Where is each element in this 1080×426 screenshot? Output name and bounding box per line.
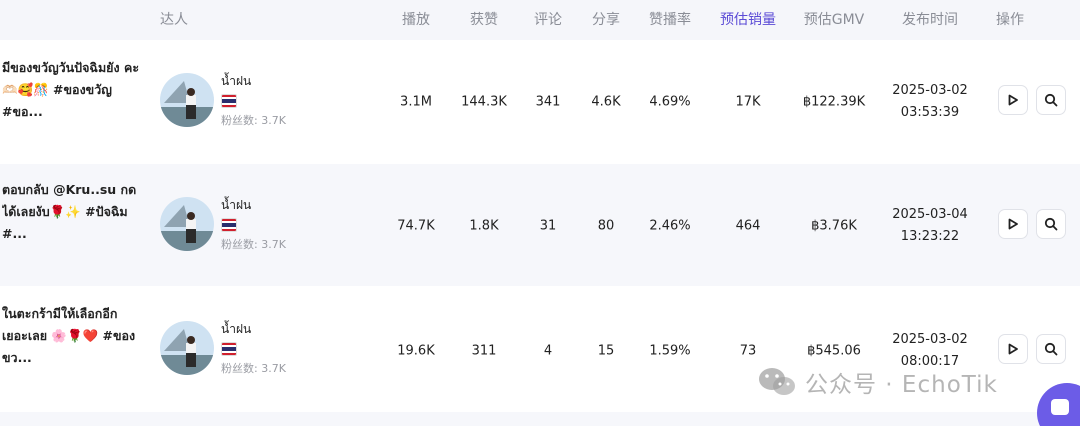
play-icon	[1008, 94, 1018, 106]
likes-value: 144.3K	[461, 94, 507, 110]
column-header-est-gmv[interactable]: 预估GMV	[804, 0, 865, 40]
thailand-flag-icon	[221, 218, 237, 232]
est-gmv-value: ฿545.06	[807, 343, 861, 359]
avatar[interactable]	[160, 197, 214, 251]
comments-value: 341	[535, 94, 561, 110]
likes-value: 1.8K	[469, 218, 499, 234]
likes-value: 311	[471, 343, 497, 359]
creator-info: น้ำฝน 粉丝数: 3.7K	[221, 73, 286, 128]
watermark-text: 公众号 · EchoTik	[805, 372, 998, 398]
est-gmv-value: ฿3.76K	[811, 218, 857, 234]
column-header-like-rate[interactable]: 赞播率	[649, 0, 691, 40]
video-title[interactable]: ในตะกร้ามีให้เลือกอีก เยอะเลย 🌸🌹❤️ #ของข…	[2, 303, 142, 369]
publish-time-value: 2025-03-04 13:23:22	[892, 207, 968, 244]
column-header-likes[interactable]: 获赞	[470, 0, 498, 40]
like-rate-value: 2.46%	[649, 218, 691, 234]
search-analysis-button[interactable]	[1036, 334, 1066, 364]
comments-value: 31	[539, 218, 557, 234]
search-icon	[1044, 342, 1058, 356]
video-title[interactable]: มีของขวัญวันปัจฉิมยัง คะ🫶🏻🥰🎊 #ของขวัญ #ข…	[2, 57, 142, 123]
table-row-partial	[0, 412, 1080, 426]
search-analysis-button[interactable]	[1036, 85, 1066, 115]
plays-value: 74.7K	[397, 218, 435, 234]
fan-count: 粉丝数: 3.7K	[221, 114, 286, 127]
table-header: 达人 播放 获赞 评论 分享 赞播率 预估销量 预估GMV 发布时间 操作	[0, 0, 1080, 40]
table-row[interactable]: มีของขวัญวันปัจฉิมยัง คะ🫶🏻🥰🎊 #ของขวัญ #ข…	[0, 40, 1080, 162]
avatar[interactable]	[160, 321, 214, 375]
est-sales-value: 464	[735, 218, 761, 234]
search-analysis-button[interactable]	[1036, 209, 1066, 239]
creator-info: น้ำฝน 粉丝数: 3.7K	[221, 197, 286, 252]
play-icon	[1008, 218, 1018, 230]
column-header-creator: 达人	[160, 12, 188, 28]
column-header-est-sales[interactable]: 预估销量	[720, 0, 776, 40]
play-video-button[interactable]	[998, 85, 1028, 115]
est-gmv-value: ฿122.39K	[802, 94, 866, 110]
creator-name[interactable]: น้ำฝน	[221, 321, 286, 337]
column-header-shares[interactable]: 分享	[592, 0, 620, 40]
shares-value: 15	[597, 343, 615, 359]
plays-value: 3.1M	[400, 94, 432, 110]
shares-value: 4.6K	[591, 94, 621, 110]
publish-time-value: 2025-03-02 03:53:39	[892, 83, 968, 120]
like-rate-value: 4.69%	[649, 94, 691, 110]
creator-name[interactable]: น้ำฝน	[221, 197, 286, 213]
fan-count: 粉丝数: 3.7K	[221, 362, 286, 375]
thailand-flag-icon	[221, 342, 237, 356]
table-row[interactable]: ตอบกลับ @Kru..su กดได้เลยงับ🌹✨ #ปัจฉิม #…	[0, 164, 1080, 286]
video-title[interactable]: ตอบกลับ @Kru..su กดได้เลยงับ🌹✨ #ปัจฉิม #…	[2, 179, 142, 245]
play-video-button[interactable]	[998, 334, 1028, 364]
creator-name[interactable]: น้ำฝน	[221, 73, 286, 89]
wechat-icon	[759, 368, 795, 395]
search-icon	[1044, 217, 1058, 231]
avatar[interactable]	[160, 73, 214, 127]
play-video-button[interactable]	[998, 209, 1028, 239]
est-sales-value: 17K	[735, 94, 761, 110]
plays-value: 19.6K	[397, 343, 435, 359]
search-icon	[1044, 93, 1058, 107]
comments-value: 4	[543, 343, 553, 359]
like-rate-value: 1.59%	[649, 343, 691, 359]
column-header-plays[interactable]: 播放	[402, 0, 430, 40]
est-sales-value: 73	[739, 343, 757, 359]
creator-info: น้ำฝน 粉丝数: 3.7K	[221, 321, 286, 376]
watermark: 公众号 · EchoTik	[757, 364, 998, 400]
fan-count: 粉丝数: 3.7K	[221, 238, 286, 251]
thailand-flag-icon	[221, 94, 237, 108]
chat-icon	[1051, 399, 1069, 415]
column-header-comments[interactable]: 评论	[534, 0, 562, 40]
play-icon	[1008, 343, 1018, 355]
column-header-publish-time[interactable]: 发布时间	[902, 0, 958, 40]
shares-value: 80	[597, 218, 615, 234]
column-header-actions: 操作	[996, 12, 1024, 28]
